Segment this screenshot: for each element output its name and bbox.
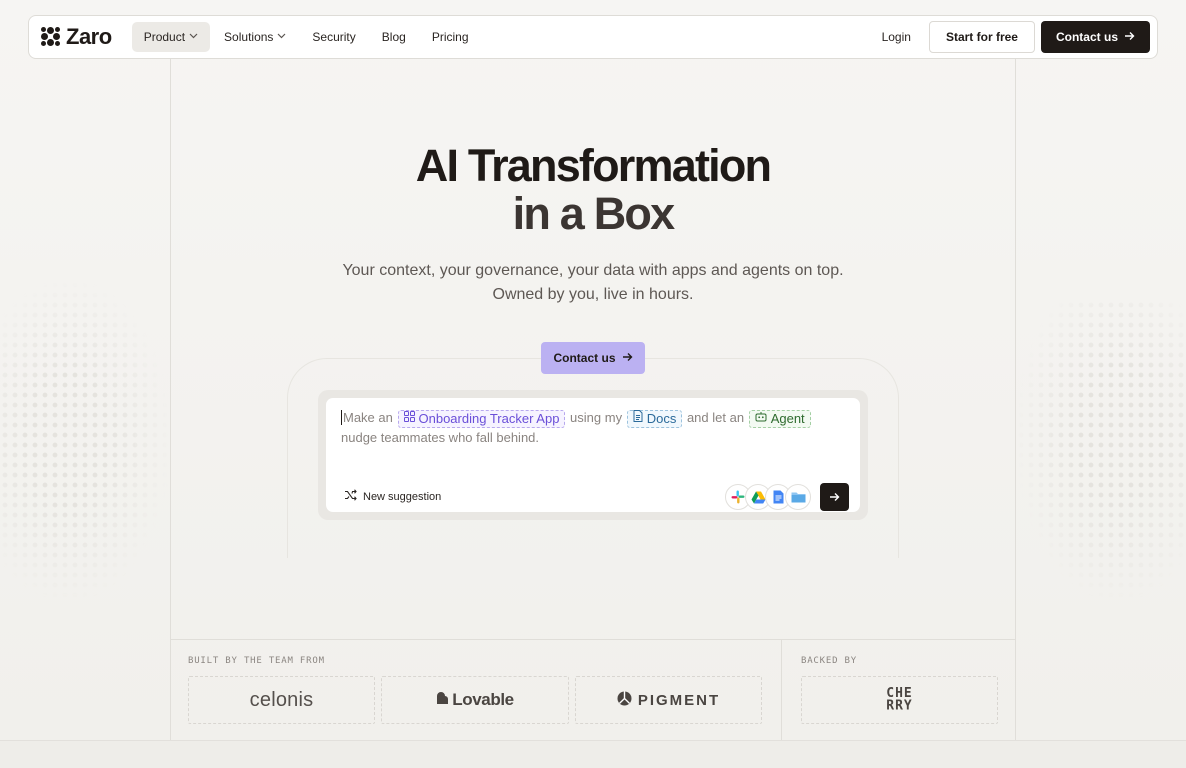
chip-agent-label: Agent — [770, 411, 805, 426]
lovable-label: Lovable — [452, 690, 514, 709]
lovable-heart-icon — [436, 690, 449, 710]
hero-contact-label: Contact us — [553, 351, 616, 365]
nav-pricing-label: Pricing — [431, 30, 469, 44]
logo-lovable: Lovable — [381, 676, 569, 724]
prompt-card-frame: Make an Onboarding Tracker App using my … — [318, 390, 868, 520]
arrow-right-icon — [622, 351, 633, 365]
robot-icon — [755, 409, 767, 429]
chevron-down-icon — [189, 31, 198, 41]
hero-subtitle: Your context, your governance, your data… — [0, 259, 1186, 307]
hero-subtitle-line1: Your context, your governance, your data… — [342, 262, 844, 279]
hero-title-line1: AI Transformation — [415, 140, 772, 191]
pigment-mark-icon — [617, 691, 632, 710]
chip-docs[interactable]: Docs — [626, 409, 683, 429]
nav-blog-label: Blog — [381, 30, 406, 44]
nav-contact-label: Contact us — [1055, 30, 1118, 44]
nav-security-label: Security — [312, 30, 356, 44]
cherry-line2: RRY — [886, 697, 913, 714]
nav-pricing[interactable]: Pricing — [420, 22, 481, 52]
start-for-free-label: Start for free — [945, 30, 1018, 44]
prompt-text-3: and let an — [686, 410, 745, 425]
chip-app-label: Onboarding Tracker App — [418, 411, 560, 426]
prompt-text-1: Make an — [343, 410, 393, 425]
document-icon — [633, 409, 643, 429]
shuffle-icon — [344, 489, 357, 504]
integration-icons — [725, 484, 811, 510]
prompt-input[interactable]: Make an Onboarding Tracker App using my … — [341, 408, 841, 448]
pigment-wordmark: PIGMENT — [617, 691, 720, 710]
nav-security[interactable]: Security — [300, 22, 367, 52]
nav-contact-button[interactable]: Contact us — [1040, 21, 1150, 53]
nav-product-label: Product — [143, 30, 186, 44]
celonis-wordmark: celonis — [249, 688, 314, 711]
lovable-wordmark: Lovable — [436, 690, 514, 710]
hero-contact-button[interactable]: Contact us — [541, 342, 645, 374]
prompt-text-4: nudge teammates who fall behind. — [341, 430, 540, 445]
dot-map-right — [1016, 300, 1186, 600]
hero-title: AI Transformation in a Box — [0, 142, 1186, 238]
nav-product[interactable]: Product — [131, 22, 211, 52]
brand-logo[interactable]: Zaro — [41, 24, 112, 50]
prompt-text-2: using my — [570, 410, 623, 425]
brand-name: Zaro — [66, 24, 112, 49]
new-suggestion-label: New suggestion — [363, 490, 442, 503]
login-link[interactable]: Login — [868, 30, 925, 44]
send-button[interactable] — [820, 483, 849, 511]
start-for-free-button[interactable]: Start for free — [928, 21, 1035, 53]
text-caret — [341, 410, 342, 425]
prompt-card: Make an Onboarding Tracker App using my … — [326, 398, 860, 512]
nav-solutions-label: Solutions — [224, 30, 274, 44]
chip-app[interactable]: Onboarding Tracker App — [397, 409, 566, 429]
arrow-right-icon — [1124, 30, 1135, 44]
folder-icon — [785, 484, 811, 510]
logos-divider-mid — [781, 640, 782, 740]
hero-title-line2: in a Box — [512, 188, 675, 239]
nav-solutions[interactable]: Solutions — [212, 22, 298, 52]
built-by-label: BUILT BY THE TEAM FROM — [188, 656, 325, 666]
logo-cherry: CHE RRY — [801, 676, 998, 724]
nav-blog[interactable]: Blog — [370, 22, 418, 52]
logo-pigment: PIGMENT — [575, 676, 762, 724]
hero-subtitle-line2: Owned by you, live in hours. — [492, 286, 694, 303]
grid-icon — [403, 409, 415, 429]
logos-divider-top — [170, 639, 1016, 640]
logo-celonis: celonis — [188, 676, 375, 724]
chip-docs-label: Docs — [646, 411, 677, 426]
cherry-wordmark: CHE RRY — [886, 686, 913, 714]
pigment-label: PIGMENT — [637, 691, 721, 709]
backed-by-label: BACKED BY — [801, 656, 857, 666]
chevron-down-icon — [277, 31, 286, 41]
new-suggestion-button[interactable]: New suggestion — [344, 489, 441, 504]
zaro-logo-icon — [41, 27, 61, 47]
top-navbar: Zaro Product Solutions Security Blog Pri… — [28, 15, 1158, 59]
arrow-right-icon — [829, 490, 840, 505]
dot-map-left — [0, 280, 170, 600]
footer-strip — [0, 740, 1186, 768]
chip-agent[interactable]: Agent — [748, 409, 811, 429]
